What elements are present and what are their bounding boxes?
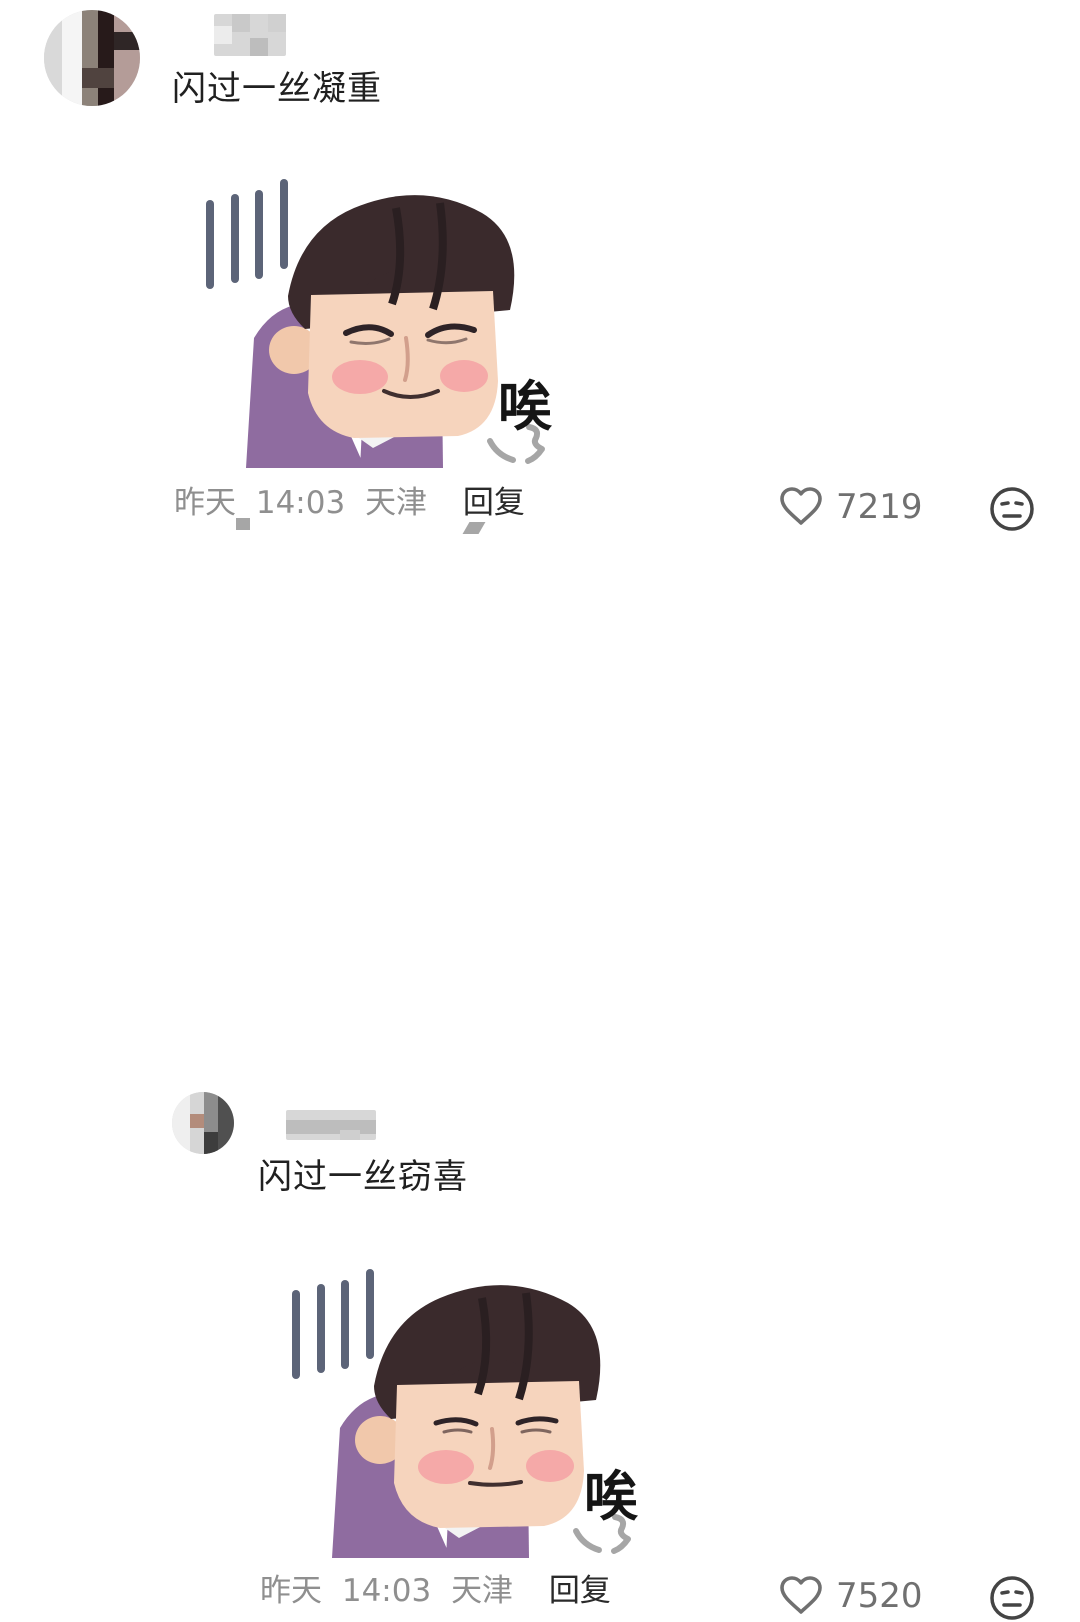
comment-time: 14:03 (255, 485, 346, 521)
reply-reply-button[interactable]: 回复 (549, 1573, 611, 1609)
reply-comment-meta: 昨天 14:03 天津 回复 (260, 1576, 611, 1607)
heart-icon (780, 1576, 822, 1614)
reply-sticker-image: 唉 (282, 1258, 654, 1558)
sticker-image: 唉 (196, 168, 568, 468)
comment-item-main: 闪过一丝凝重 唉 昨天 14:03 天津 回复 7219 (0, 0, 1080, 540)
comment-item-reply: 闪过一丝窃喜 唉 昨天 14:03 天津 回复 7520 (0, 540, 1080, 1620)
reply-username-placeholder (286, 1110, 376, 1140)
comment-date: 昨天 (174, 485, 236, 521)
reply-comment-text: 闪过一丝窃喜 (258, 1157, 468, 1197)
reply-comment-date: 昨天 (260, 1573, 322, 1609)
comment-meta: 昨天 14:03 天津 回复 (174, 488, 525, 519)
reply-like-button[interactable]: 7520 (778, 1576, 923, 1616)
comment-location: 天津 (365, 485, 428, 521)
neutral-face-icon[interactable] (988, 1574, 1036, 1622)
like-button[interactable]: 7219 (778, 487, 923, 527)
neutral-face-icon[interactable] (988, 485, 1036, 533)
reply-like-count: 7520 (836, 1576, 923, 1616)
user-avatar[interactable] (44, 10, 140, 106)
reply-sticker-caption: 唉 (584, 1465, 638, 1528)
reply-comment-time: 14:03 (341, 1573, 432, 1609)
heart-icon (780, 487, 822, 525)
like-count: 7219 (836, 487, 923, 527)
reply-button[interactable]: 回复 (463, 485, 525, 521)
comment-text: 闪过一丝凝重 (172, 69, 382, 109)
reply-user-avatar[interactable] (172, 1092, 234, 1154)
username-placeholder (214, 14, 286, 56)
sticker-caption: 唉 (498, 375, 552, 438)
reply-comment-location: 天津 (451, 1573, 514, 1609)
